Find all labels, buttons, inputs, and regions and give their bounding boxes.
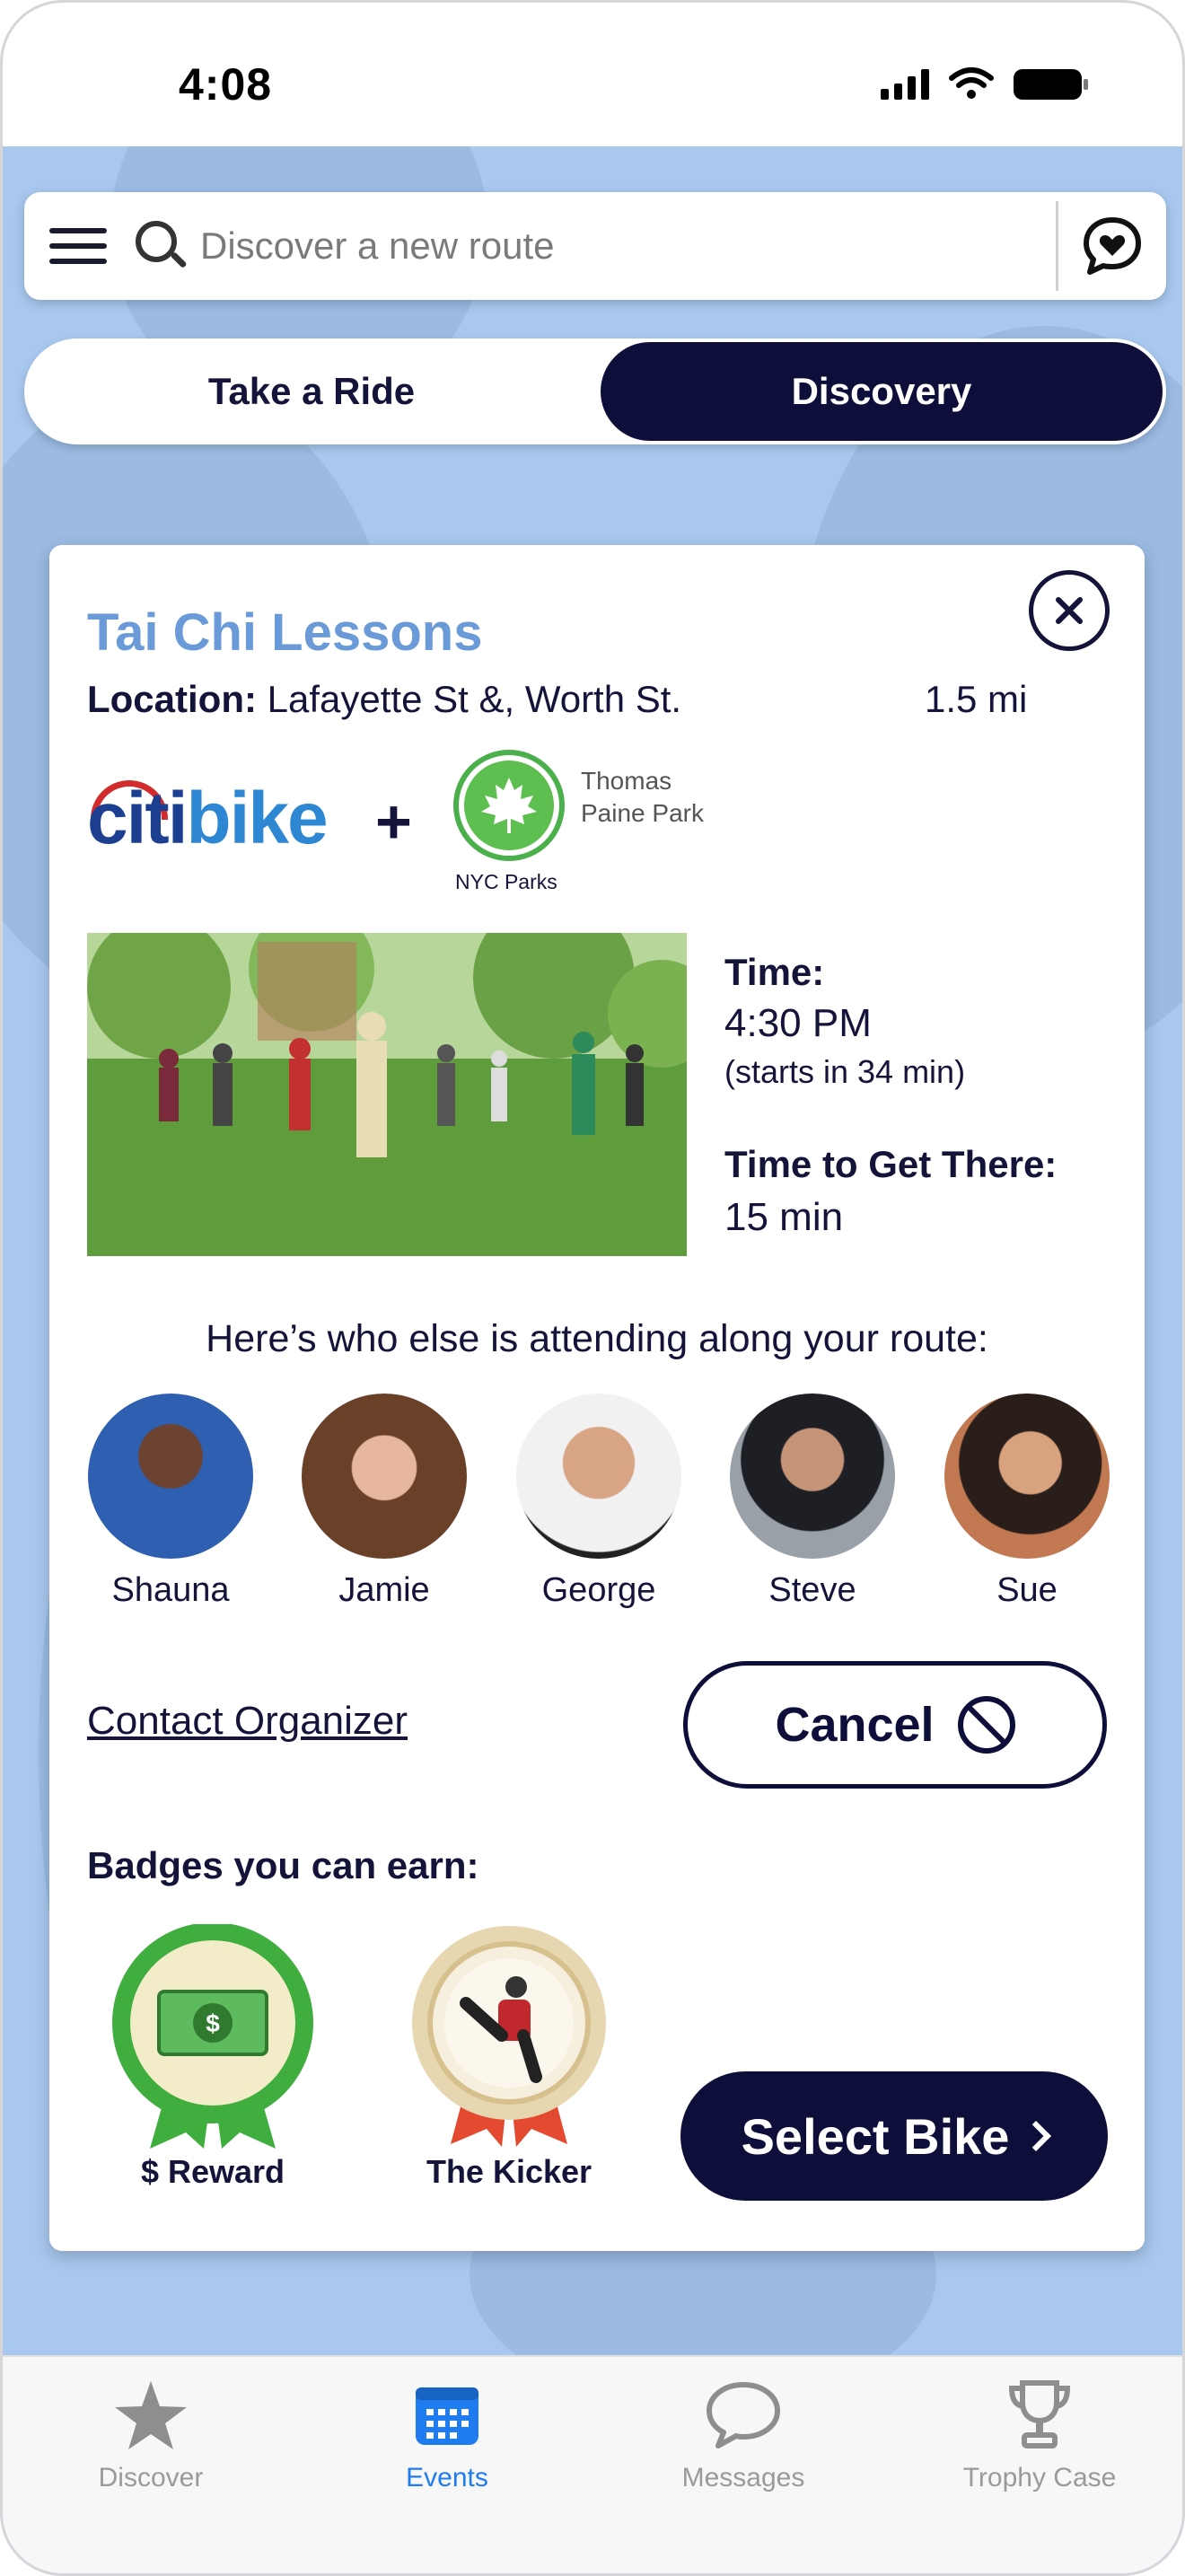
citibike-logo-bike: bike bbox=[186, 778, 328, 859]
search-icon bbox=[134, 219, 188, 273]
travel-time-label: Time to Get There: bbox=[724, 1143, 1058, 1185]
chevron-right-icon bbox=[1021, 2121, 1052, 2151]
attendee-name: Steve bbox=[768, 1571, 856, 1609]
attendee-name: George bbox=[541, 1571, 656, 1609]
time-label: Time: bbox=[724, 951, 825, 993]
tab-events[interactable]: Events bbox=[299, 2375, 595, 2493]
avatar bbox=[730, 1394, 895, 1559]
tab-label: Events bbox=[406, 2463, 488, 2492]
money-badge-icon: $ bbox=[112, 1922, 313, 2149]
tab-trophy-case[interactable]: Trophy Case bbox=[891, 2375, 1182, 2493]
trophy-icon bbox=[1008, 2380, 1071, 2449]
event-card: Tai Chi Lessons Location: Lafayette St &… bbox=[49, 545, 1145, 2251]
event-title: Tai Chi Lessons bbox=[87, 603, 483, 662]
attendee-sue[interactable]: Sue bbox=[924, 1394, 1130, 1610]
discovery-tab[interactable]: Discovery bbox=[601, 342, 1163, 441]
svg-text:$: $ bbox=[206, 2009, 220, 2037]
avatar bbox=[302, 1394, 467, 1559]
status-time: 4:08 bbox=[179, 59, 273, 110]
event-time: 4:30 PM bbox=[724, 1001, 872, 1045]
location-value: Lafayette St &, Worth St. bbox=[267, 678, 682, 720]
nyc-parks-logo bbox=[453, 750, 565, 861]
tab-label: Discover bbox=[98, 2463, 204, 2492]
badge-caption: $ Reward bbox=[140, 2153, 285, 2190]
tab-discover[interactable]: Discover bbox=[3, 2375, 299, 2493]
take-a-ride-tab[interactable]: Take a Ride bbox=[24, 338, 599, 444]
badge-kicker[interactable]: The Kicker bbox=[401, 1924, 617, 2191]
tab-bar: Discover Events Messages Trophy Case bbox=[3, 2355, 1182, 2573]
maple-leaf-icon bbox=[481, 778, 537, 833]
calendar-icon bbox=[416, 2387, 478, 2445]
badges-heading: Badges you can earn: bbox=[87, 1844, 479, 1886]
nyc-parks-caption: NYC Parks bbox=[455, 870, 557, 893]
status-bar: 4:08 bbox=[3, 3, 1182, 146]
location-label: Location: bbox=[87, 678, 257, 720]
citibike-logo: citibike bbox=[87, 777, 329, 861]
attendee-name: Sue bbox=[996, 1571, 1058, 1609]
search-input[interactable] bbox=[200, 224, 1056, 268]
attendee-jamie[interactable]: Jamie bbox=[281, 1394, 487, 1610]
tab-label: Messages bbox=[681, 2463, 805, 2492]
contact-organizer-link[interactable]: Contact Organizer bbox=[87, 1699, 408, 1744]
close-icon[interactable] bbox=[1029, 570, 1110, 651]
plus-sign: + bbox=[375, 787, 412, 857]
speech-bubble-icon bbox=[707, 2382, 780, 2449]
wifi-icon bbox=[949, 67, 994, 99]
status-icons bbox=[881, 67, 1088, 100]
avatar bbox=[88, 1394, 253, 1559]
chat-heart-button[interactable] bbox=[1058, 192, 1166, 300]
attendee-shauna[interactable]: Shauna bbox=[67, 1394, 274, 1610]
attendee-name: Shauna bbox=[111, 1571, 230, 1609]
event-photo bbox=[87, 933, 687, 1256]
park-name: Thomas Paine Park bbox=[581, 767, 704, 827]
tab-label: Trophy Case bbox=[962, 2463, 1117, 2492]
attendee-steve[interactable]: Steve bbox=[709, 1394, 916, 1610]
citibike-logo-citi: citi bbox=[87, 778, 188, 859]
select-bike-label: Select Bike bbox=[741, 2107, 1010, 2165]
cancel-button[interactable]: Cancel bbox=[683, 1661, 1107, 1789]
battery-icon bbox=[1014, 69, 1088, 100]
chat-heart-icon bbox=[1084, 217, 1141, 275]
prohibited-icon bbox=[957, 1696, 1015, 1754]
menu-icon[interactable] bbox=[49, 228, 107, 264]
event-countdown: (starts in 34 min) bbox=[724, 1053, 966, 1090]
cellular-signal-icon bbox=[881, 69, 929, 100]
attendee-list: Shauna Jamie George Steve Sue bbox=[67, 1394, 1145, 1618]
mode-toggle: Take a Ride Discovery bbox=[24, 338, 1166, 444]
badge-caption: The Kicker bbox=[426, 2153, 592, 2190]
attendee-name: Jamie bbox=[338, 1571, 430, 1609]
tab-messages[interactable]: Messages bbox=[595, 2375, 891, 2493]
attendee-george[interactable]: George bbox=[496, 1394, 702, 1610]
star-icon bbox=[115, 2381, 187, 2449]
badge-reward[interactable]: $ $ Reward bbox=[105, 1922, 320, 2191]
select-bike-button[interactable]: Select Bike bbox=[680, 2071, 1108, 2201]
avatar bbox=[516, 1394, 681, 1559]
cancel-label: Cancel bbox=[775, 1698, 935, 1752]
event-distance: 1.5 mi bbox=[925, 678, 1028, 720]
phone-screen: 4:08 Take a Ride Discovery bbox=[0, 0, 1185, 2576]
kicker-badge-icon bbox=[412, 1926, 606, 2147]
travel-time: 15 min bbox=[724, 1195, 844, 1239]
search-bar bbox=[24, 192, 1166, 300]
attendees-heading: Here’s who else is attending along your … bbox=[206, 1317, 988, 1360]
avatar bbox=[944, 1394, 1110, 1559]
